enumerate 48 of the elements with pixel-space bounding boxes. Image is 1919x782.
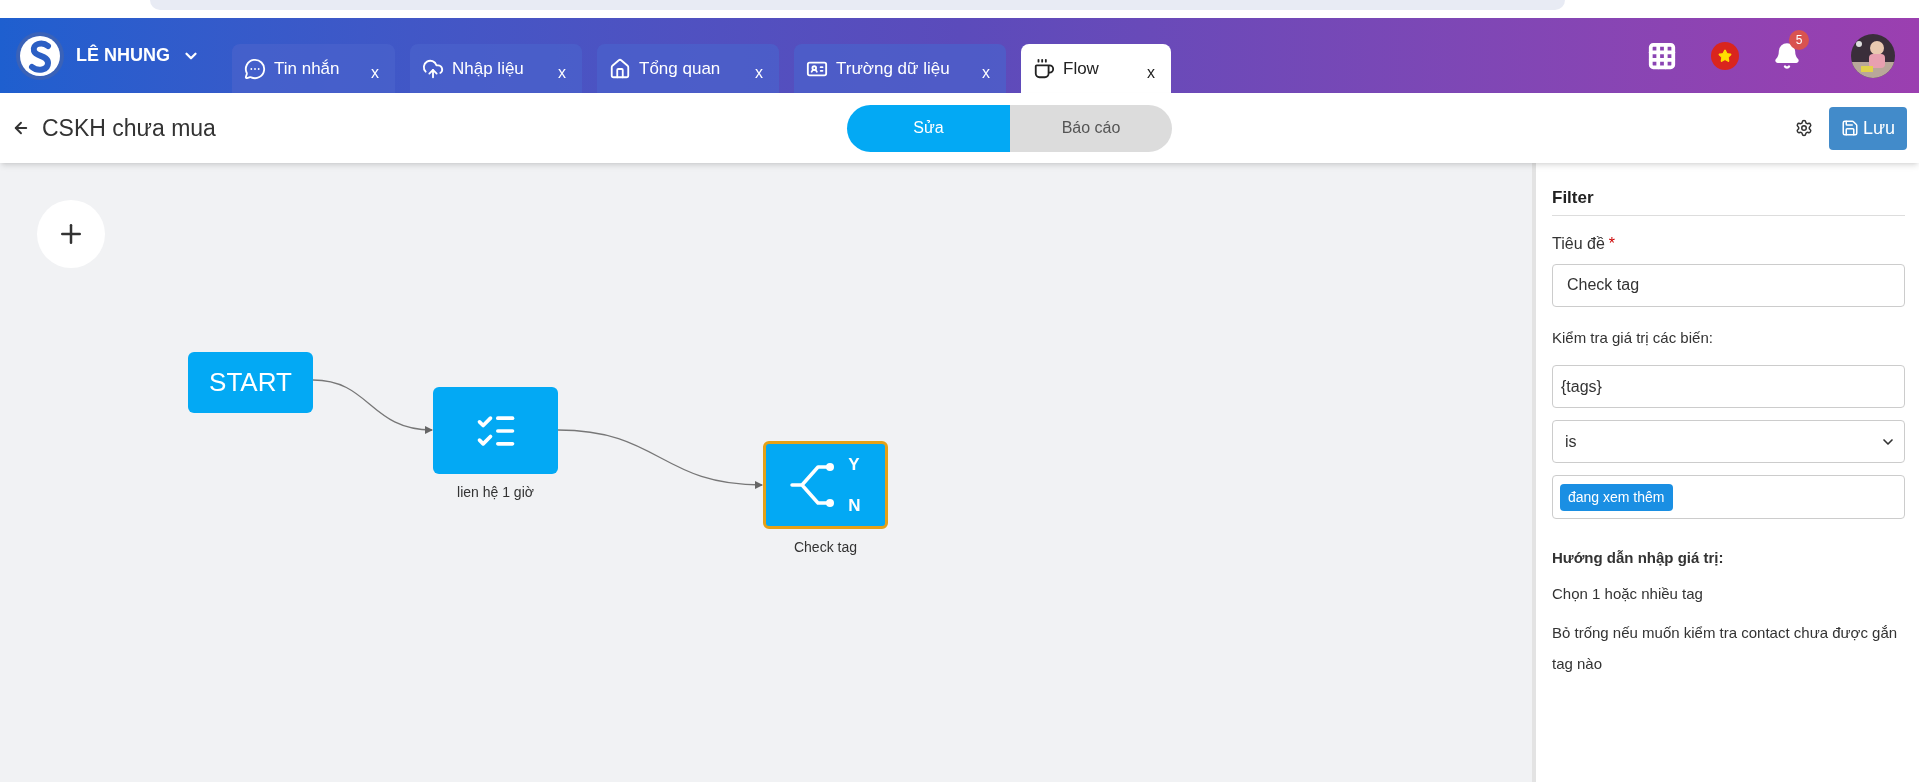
user-name[interactable]: LÊ NHUNG [76,42,170,69]
cup-icon [1033,57,1055,80]
mode-tab[interactable]: Báo cáo [1010,104,1172,152]
tag-input[interactable]: đang xem thêm [1552,475,1905,519]
tab-label: Trường dữ liệu [836,57,950,80]
save-button[interactable]: Lưu [1828,106,1907,150]
home-icon [609,57,631,80]
back-icon[interactable] [12,119,30,137]
tab-label: Tổng quan [639,57,721,80]
help-text: Bỏ trống nếu muốn kiểm tra contact chưa được gắn tag nào [1552,622,1899,674]
tab-close[interactable]: x [558,52,566,85]
upload-icon [422,57,444,80]
node-caption: Check tag [792,538,858,557]
tab[interactable]: Trường dữ liệu x [794,44,1006,93]
tab[interactable]: Nhập liệu x [410,44,582,93]
tab-label: Flow [1063,57,1099,80]
help-text: Chọn 1 hoặc nhiều tag [1552,583,1704,604]
panel-title: Filter [1552,187,1595,209]
flow-title: CSKH chưa mua [42,113,216,143]
settings-icon[interactable] [1794,119,1813,137]
operator-select[interactable]: is [1552,420,1905,463]
tab-label: Nhập liệu [452,57,524,80]
tab[interactable]: Tin nhắn x [232,44,395,93]
field-label: Tiêu đề [1552,233,1605,254]
checklist-node[interactable] [433,387,558,474]
variable-input[interactable]: {tags} [1552,365,1905,408]
yes-label: Y [848,453,861,476]
start-label: START [209,366,292,399]
tab-close[interactable]: x [982,52,990,85]
tab-close[interactable]: x [755,52,763,85]
tab-label: Tin nhắn [274,57,340,80]
no-label: N [848,495,861,517]
help-title: Hướng dẫn nhập giá trị: [1552,548,1725,568]
tab[interactable]: Tổng quan x [597,44,779,93]
apps-icon[interactable] [1647,40,1677,71]
save-icon [1840,119,1859,137]
node-caption: lien hệ 1 giờ [456,483,535,502]
chat-icon [244,57,266,80]
required-mark: * [1608,233,1615,254]
flag-icon[interactable] [1711,41,1739,70]
tag-chip[interactable]: đang xem thêm [1560,483,1673,511]
logo-icon[interactable] [16,31,64,80]
tab-close[interactable]: x [1147,52,1155,85]
field-label: Kiểm tra giá trị các biến: [1552,327,1714,348]
tab[interactable]: Flow x [1021,44,1171,93]
title-input[interactable]: Check tag [1552,263,1905,307]
tab-close[interactable]: x [371,52,379,85]
notification-badge: 5 [1789,29,1809,50]
